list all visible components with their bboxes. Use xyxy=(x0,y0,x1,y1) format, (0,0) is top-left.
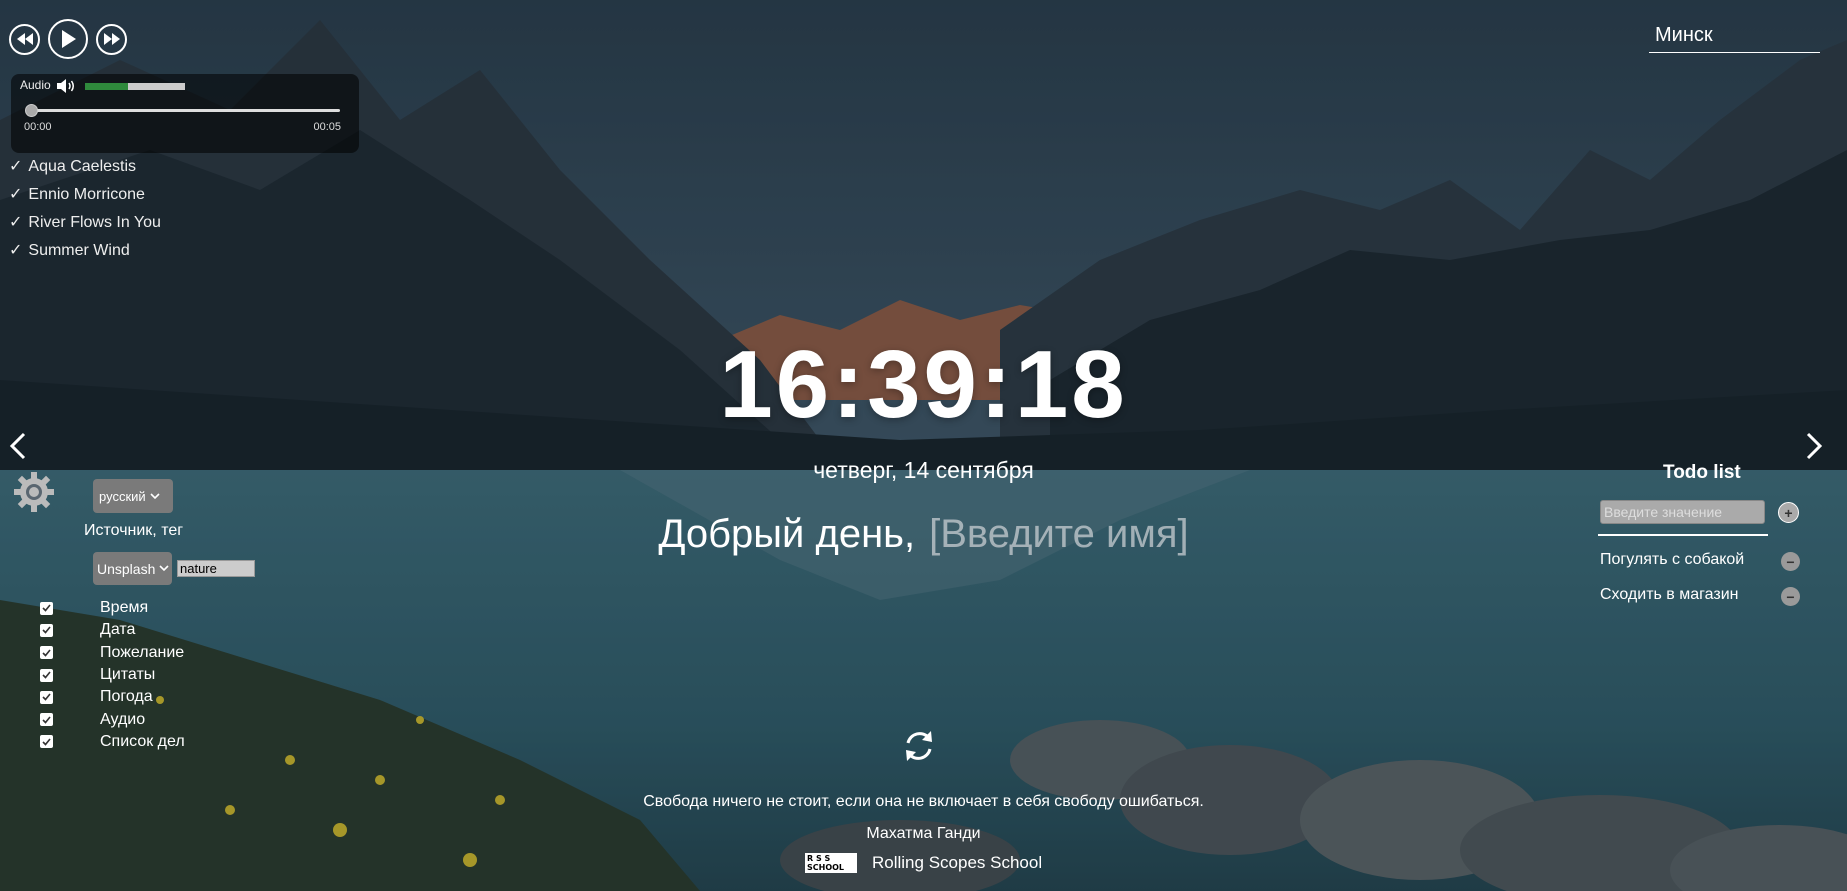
volume-icon[interactable] xyxy=(57,78,77,99)
progress-bar[interactable] xyxy=(30,109,340,112)
toggle-todo: Список дел xyxy=(40,731,185,753)
rs-school-logo[interactable]: R S S SCHOOL xyxy=(805,853,857,873)
toggle-audio: Аудио xyxy=(40,708,185,730)
language-select[interactable]: русский xyxy=(93,479,173,513)
track-title: Ennio Morricone xyxy=(28,186,145,203)
toggle-label: Пожелание xyxy=(100,643,185,661)
school-link[interactable]: Rolling Scopes School xyxy=(872,853,1042,873)
greeting: Добрый день, [Введите имя] xyxy=(0,512,1847,557)
check-icon: ✓ xyxy=(9,158,23,175)
checkbox[interactable] xyxy=(40,735,53,749)
check-icon: ✓ xyxy=(9,242,23,259)
checkmark-icon xyxy=(42,604,51,612)
todo-title: Todo list xyxy=(1663,462,1741,483)
todo-add-button[interactable]: + xyxy=(1778,502,1799,523)
track-title: River Flows In You xyxy=(28,214,161,231)
todo-input[interactable]: Введите значение xyxy=(1600,500,1765,524)
play-button[interactable] xyxy=(48,19,88,59)
track-title: Summer Wind xyxy=(28,242,130,259)
footer: R S S SCHOOL Rolling Scopes School xyxy=(805,853,1042,873)
checkmark-icon xyxy=(42,693,51,702)
todo-item-text: Погулять с собакой xyxy=(1600,551,1745,568)
prev-track-button[interactable] xyxy=(9,23,40,55)
todo-list: Погулять с собакой − Сходить в магазин − xyxy=(1600,550,1800,620)
toggle-label: Дата xyxy=(100,621,136,639)
current-time: 00:00 xyxy=(24,121,52,133)
todo-item[interactable]: Погулять с собакой − xyxy=(1600,550,1800,585)
audio-player-panel: Audio 00:00 00:05 xyxy=(11,74,359,153)
todo-item[interactable]: Сходить в магазин − xyxy=(1600,585,1800,620)
greeting-text: Добрый день, xyxy=(658,512,916,556)
checkbox[interactable] xyxy=(40,690,53,704)
settings-button[interactable] xyxy=(12,470,56,519)
name-input[interactable]: [Введите имя] xyxy=(929,512,1189,556)
widget-toggles: Время Дата Пожелание Цитаты Погода Аудио… xyxy=(40,597,185,753)
gear-icon xyxy=(14,472,54,512)
toggle-quotes: Цитаты xyxy=(40,664,185,686)
todo-remove-button[interactable]: − xyxy=(1781,552,1800,571)
checkbox[interactable] xyxy=(40,713,53,727)
toggle-greeting: Пожелание xyxy=(40,642,185,664)
playlist: ✓ Aqua Caelestis ✓ Ennio Morricone ✓ River … xyxy=(9,157,161,269)
checkbox[interactable] xyxy=(40,623,53,637)
toggle-date: Дата xyxy=(40,619,185,641)
checkmark-icon xyxy=(42,716,51,724)
change-quote-button[interactable] xyxy=(900,727,938,770)
todo-divider xyxy=(1598,534,1768,536)
tag-input[interactable]: nature xyxy=(177,560,255,577)
toggle-label: Цитаты xyxy=(100,666,156,684)
next-track-button[interactable] xyxy=(96,23,127,55)
volume-slider[interactable] xyxy=(85,83,185,90)
source-label: Источник, тег xyxy=(84,522,184,539)
playlist-item[interactable]: ✓ Summer Wind xyxy=(9,241,161,269)
volume-level xyxy=(85,83,128,90)
checkbox[interactable] xyxy=(40,668,53,682)
toggle-weather: Погода xyxy=(40,686,185,708)
todo-remove-button[interactable]: − xyxy=(1781,587,1800,606)
checkbox[interactable] xyxy=(40,646,53,660)
player-controls xyxy=(9,19,127,59)
checkmark-icon xyxy=(42,626,51,635)
city-input[interactable]: Минск xyxy=(1649,21,1820,53)
chevron-down-icon xyxy=(150,492,160,499)
toggle-label: Погода xyxy=(100,688,153,706)
date: четверг, 14 сентября xyxy=(813,457,1034,483)
check-icon: ✓ xyxy=(9,186,23,203)
image-source-select[interactable]: Unsplash xyxy=(93,552,172,585)
track-title: Aqua Caelestis xyxy=(28,158,137,175)
track-duration: 00:05 xyxy=(313,121,341,133)
progress-handle[interactable] xyxy=(25,104,38,117)
fast-forward-icon xyxy=(103,33,120,45)
rewind-icon xyxy=(16,33,33,45)
language-value: русский xyxy=(99,488,146,504)
quote-author: Махатма Ганди xyxy=(866,825,981,842)
checkmark-icon xyxy=(42,671,51,679)
playlist-item[interactable]: ✓ River Flows In You xyxy=(9,213,161,241)
checkmark-icon xyxy=(42,738,51,746)
refresh-icon xyxy=(906,731,932,761)
check-icon: ✓ xyxy=(9,214,23,231)
quote-text: Свобода ничего не стоит, если она не вкл… xyxy=(643,793,1204,810)
toggle-time: Время xyxy=(40,597,185,619)
todo-item-text: Сходить в магазин xyxy=(1600,586,1739,603)
playlist-item[interactable]: ✓ Aqua Caelestis xyxy=(9,157,161,185)
checkmark-icon xyxy=(42,649,51,657)
clock: 16:39:18 xyxy=(719,331,1128,438)
source-value: Unsplash xyxy=(97,560,156,577)
checkbox[interactable] xyxy=(40,601,53,615)
toggle-label: Аудио xyxy=(100,710,146,728)
chevron-down-icon xyxy=(159,565,169,572)
toggle-label: Время xyxy=(100,599,149,617)
audio-label: Audio xyxy=(20,78,51,92)
toggle-label: Список дел xyxy=(100,732,185,750)
play-icon xyxy=(62,30,76,48)
playlist-item[interactable]: ✓ Ennio Morricone xyxy=(9,185,161,213)
